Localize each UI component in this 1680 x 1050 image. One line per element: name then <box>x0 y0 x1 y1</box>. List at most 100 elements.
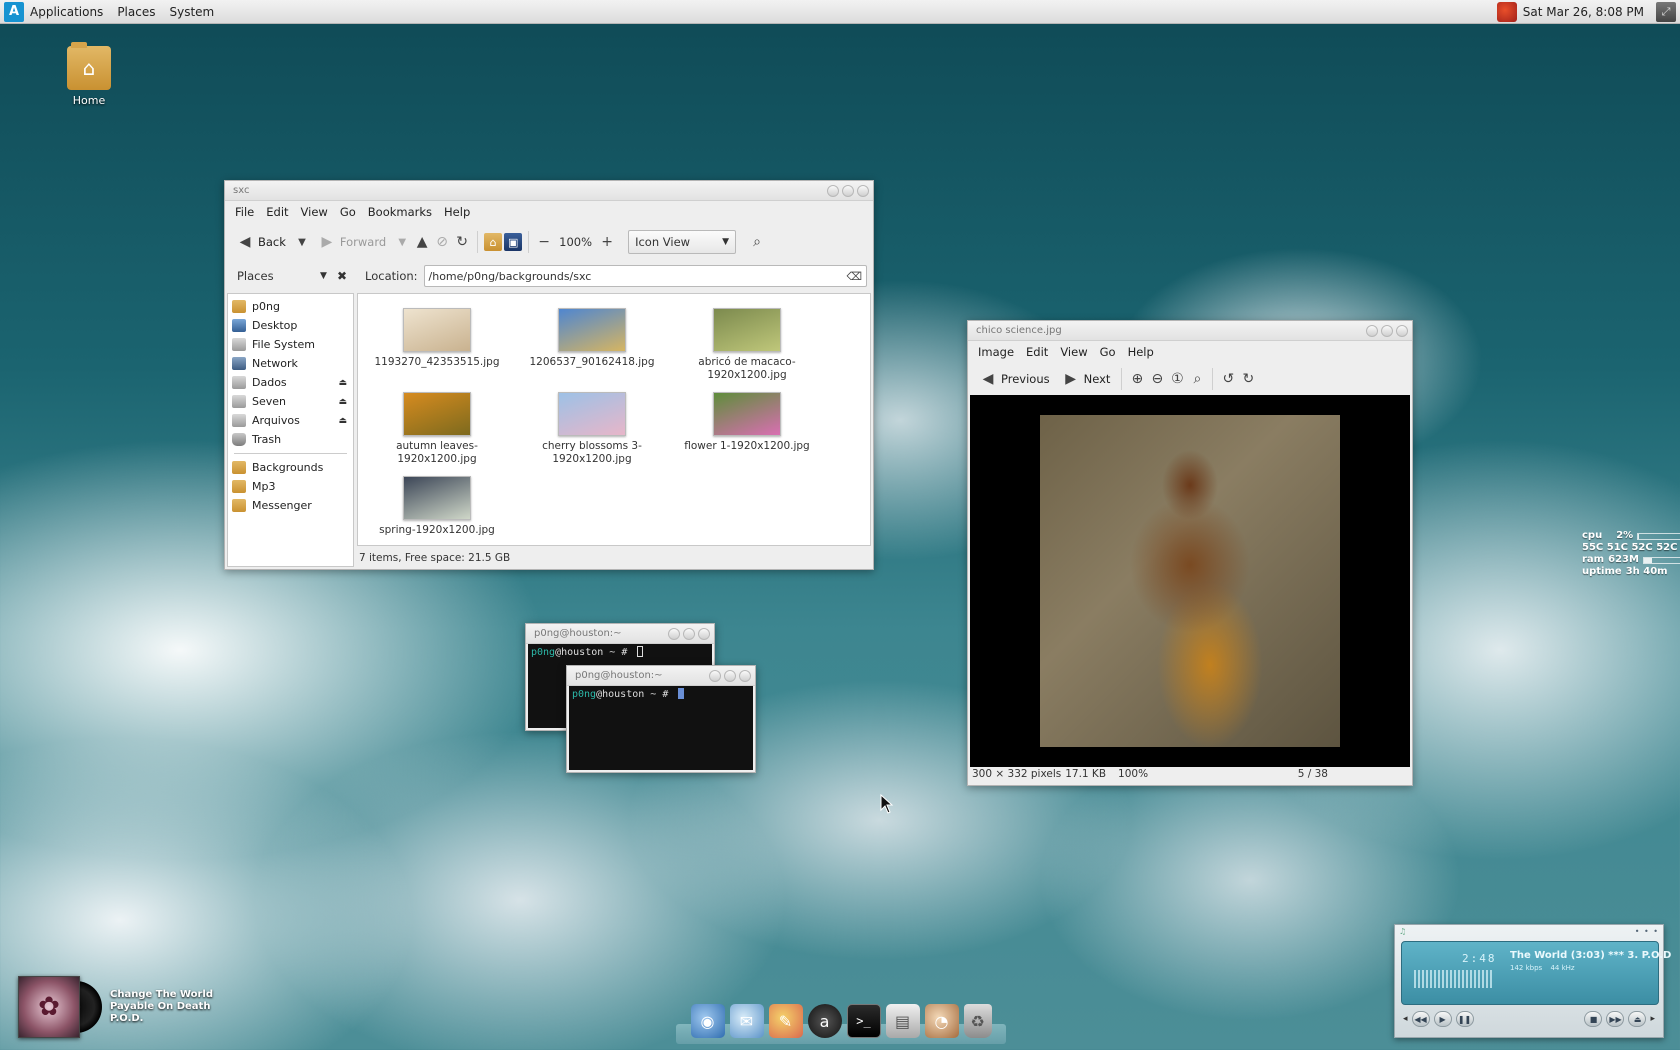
eject-button[interactable]: ⏏ <box>1628 1011 1647 1027</box>
iv-menu-go[interactable]: Go <box>1094 345 1122 359</box>
fm-menu-file[interactable]: File <box>229 205 260 219</box>
zoom-level[interactable]: 100% <box>555 235 596 249</box>
fm-menu-bookmarks[interactable]: Bookmarks <box>362 205 438 219</box>
close-button[interactable] <box>857 184 869 197</box>
view-mode-select[interactable]: Icon View ▼ <box>628 230 737 254</box>
stop-icon[interactable]: ⊘ <box>433 233 451 251</box>
reload-icon[interactable]: ↻ <box>453 233 471 251</box>
trash-icon[interactable]: ♻ <box>963 1004 992 1038</box>
zoom-in-icon[interactable]: + <box>598 233 616 251</box>
file-item[interactable]: autumn leaves-1920x1200.jpg <box>362 392 512 466</box>
close-button[interactable] <box>698 627 710 640</box>
terminal-titlebar[interactable]: p0ng@houston:~ <box>526 624 714 644</box>
file-item[interactable]: flower 1-1920x1200.jpg <box>672 392 822 453</box>
image-editor-icon[interactable]: ✎ <box>768 1004 803 1038</box>
maximize-button[interactable] <box>842 184 854 197</box>
seek-left-icon[interactable]: ◂ <box>1403 1014 1408 1024</box>
sidebar-bookmark-messenger[interactable]: Messenger <box>228 496 353 515</box>
menu-system[interactable]: System <box>169 5 214 19</box>
sidebar-item-network[interactable]: Network <box>228 354 353 373</box>
file-item[interactable]: 1193270_42353515.jpg <box>362 308 512 369</box>
next-button[interactable]: ▶ Next <box>1057 367 1116 391</box>
show-desktop-icon[interactable]: ⤢ <box>1656 2 1676 22</box>
file-item[interactable]: spring-1920x1200.jpg <box>362 476 512 537</box>
minimize-button[interactable] <box>1366 324 1378 337</box>
next-track-button[interactable]: ▶▶ <box>1606 1011 1625 1027</box>
zoom-normal-icon[interactable]: ① <box>1168 370 1186 388</box>
panel-clock[interactable]: Sat Mar 26, 8:08 PM <box>1523 5 1644 19</box>
computer-icon[interactable]: ▣ <box>504 233 523 251</box>
location-input[interactable]: /home/p0ng/backgrounds/sxc ⌫ <box>423 265 867 287</box>
sidebar-bookmark-backgrounds[interactable]: Backgrounds <box>228 458 353 477</box>
iv-menu-view[interactable]: View <box>1054 345 1093 359</box>
zoom-in-icon[interactable]: ⊕ <box>1128 370 1146 388</box>
eject-icon[interactable]: ⏏ <box>338 378 347 388</box>
terminal-titlebar[interactable]: p0ng@houston:~ <box>567 666 755 686</box>
file-manager-icon[interactable]: ▤ <box>885 1004 920 1038</box>
terminal-body[interactable]: p0ng@houston ~ # <box>569 686 753 770</box>
eject-icon[interactable]: ⏏ <box>338 397 347 407</box>
clear-location-icon[interactable]: ⌫ <box>846 270 862 283</box>
file-item[interactable]: abricó de macaco-1920x1200.jpg <box>672 308 822 382</box>
previous-button[interactable]: ◀ Previous <box>974 367 1055 391</box>
browser-icon[interactable]: ◉ <box>690 1004 725 1038</box>
up-arrow-icon[interactable]: ▲ <box>413 233 431 251</box>
player-window-buttons[interactable]: • • • <box>1635 927 1659 936</box>
pause-button[interactable]: ❚❚ <box>1455 1011 1474 1027</box>
menu-applications[interactable]: Applications <box>30 5 103 19</box>
zoom-out-icon[interactable]: ⊖ <box>1148 370 1166 388</box>
forward-button[interactable]: ▶ Forward <box>313 230 391 254</box>
messenger-icon[interactable]: ✉ <box>729 1004 764 1038</box>
arch-logo-icon[interactable]: A <box>4 1 24 22</box>
zoom-out-icon[interactable]: − <box>535 233 553 251</box>
back-button[interactable]: ◀ Back <box>231 230 291 254</box>
amarok-icon[interactable]: a <box>807 1004 842 1038</box>
maximize-button[interactable] <box>1381 324 1393 337</box>
maximize-button[interactable] <box>683 627 695 640</box>
file-item[interactable]: cherry blossoms 3-1920x1200.jpg <box>517 392 667 466</box>
close-button[interactable] <box>1396 324 1408 337</box>
rotate-left-icon[interactable]: ↺ <box>1219 370 1237 388</box>
previous-track-button[interactable]: ◀◀ <box>1411 1011 1430 1027</box>
places-dropdown-icon[interactable]: ▼ <box>320 271 327 281</box>
fm-menu-edit[interactable]: Edit <box>260 205 294 219</box>
back-history-dropdown-icon[interactable]: ▼ <box>293 233 311 251</box>
iv-titlebar[interactable]: chico science.jpg <box>968 321 1412 341</box>
sidebar-item-arquivos[interactable]: Arquivos ⏏ <box>228 411 353 430</box>
fm-menu-help[interactable]: Help <box>438 205 476 219</box>
terminal-icon[interactable]: >_ <box>846 1004 881 1038</box>
close-pane-icon[interactable]: ✖ <box>337 269 347 283</box>
seek-right-icon[interactable]: ▸ <box>1650 1014 1655 1024</box>
sidebar-bookmark-mp3[interactable]: Mp3 <box>228 477 353 496</box>
fm-titlebar[interactable]: sxc <box>225 181 873 201</box>
sidebar-item-file-system[interactable]: File System <box>228 335 353 354</box>
fm-menu-go[interactable]: Go <box>334 205 362 219</box>
desktop-home-icon[interactable]: ⌂ Home <box>56 42 122 107</box>
album-cover-image[interactable]: ✿ <box>18 976 80 1038</box>
sidebar-item-dados[interactable]: Dados ⏏ <box>228 373 353 392</box>
home-icon[interactable]: ⌂ <box>484 233 503 251</box>
menu-places[interactable]: Places <box>117 5 155 19</box>
sidebar-item-desktop[interactable]: Desktop <box>228 316 353 335</box>
sidebar-item-trash[interactable]: Trash <box>228 430 353 449</box>
search-icon[interactable]: ⌕ <box>748 233 766 251</box>
iv-menu-edit[interactable]: Edit <box>1020 345 1054 359</box>
iv-menu-image[interactable]: Image <box>972 345 1020 359</box>
rotate-right-icon[interactable]: ↻ <box>1239 370 1257 388</box>
iv-menu-help[interactable]: Help <box>1122 345 1160 359</box>
image-canvas[interactable] <box>970 395 1410 767</box>
sidebar-item-p0ng[interactable]: p0ng <box>228 297 353 316</box>
places-label[interactable]: Places <box>231 269 274 283</box>
tray-app-icon[interactable] <box>1496 2 1517 22</box>
sidebar-item-seven[interactable]: Seven ⏏ <box>228 392 353 411</box>
minimize-button[interactable] <box>668 627 680 640</box>
minimize-button[interactable] <box>709 669 721 682</box>
forward-history-dropdown-icon[interactable]: ▼ <box>393 233 411 251</box>
file-item[interactable]: 1206537_90162418.jpg <box>517 308 667 369</box>
image-viewer-icon[interactable]: ◔ <box>924 1004 959 1038</box>
player-time[interactable]: 2:48 <box>1462 952 1497 965</box>
minimize-button[interactable] <box>827 184 839 197</box>
stop-button[interactable]: ■ <box>1584 1011 1603 1027</box>
eject-icon[interactable]: ⏏ <box>338 416 347 426</box>
fm-menu-view[interactable]: View <box>295 205 334 219</box>
